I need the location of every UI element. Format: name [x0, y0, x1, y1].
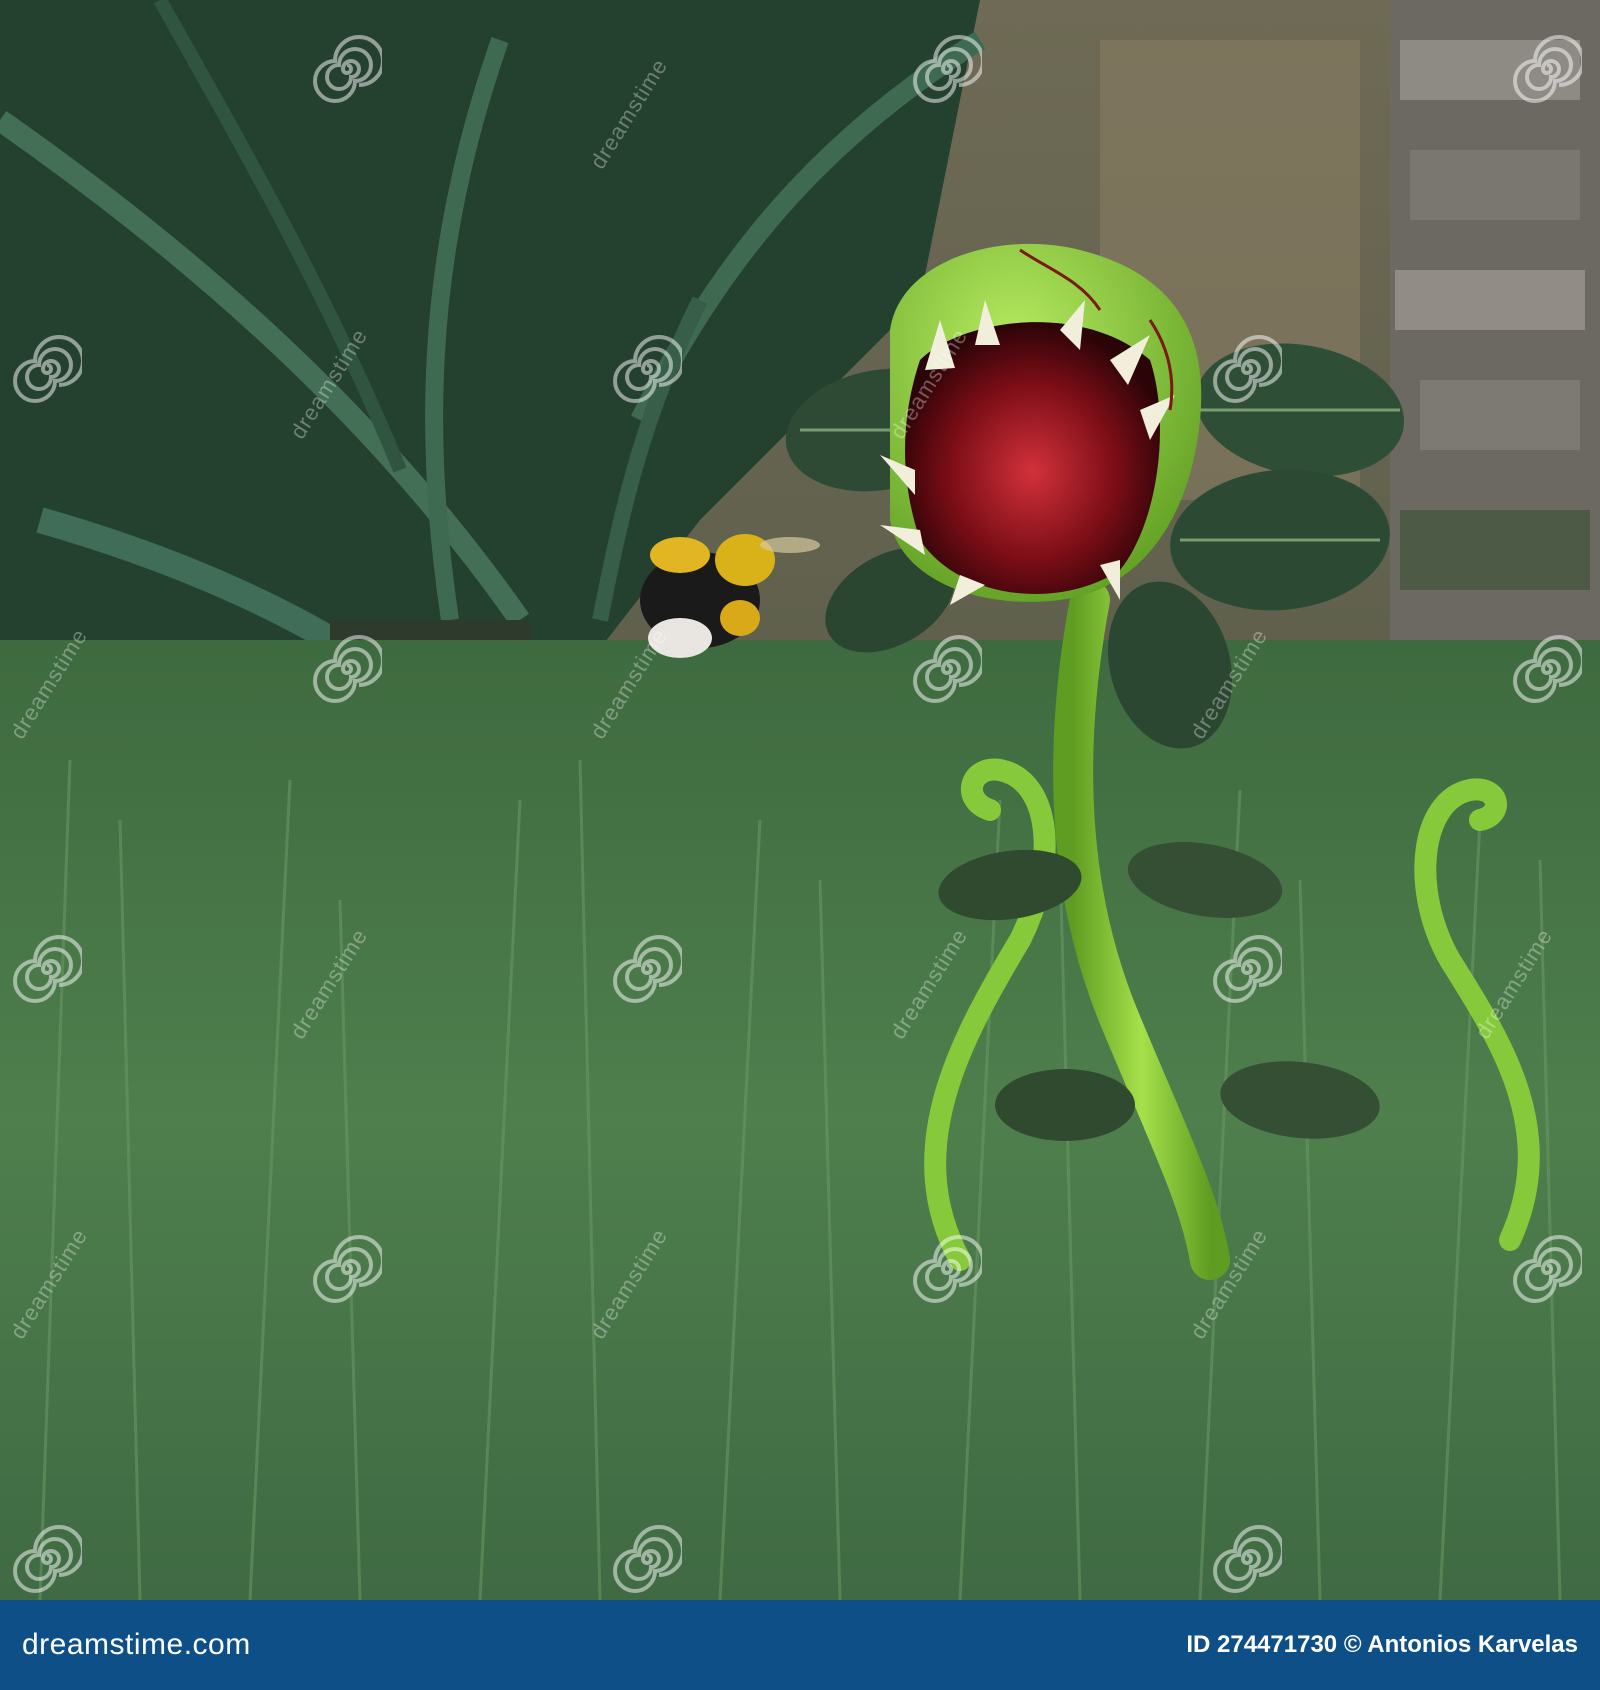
image-id: ID 274471730: [1186, 1631, 1338, 1658]
dreamstime-logo-text[interactable]: dreamstime.com: [22, 1628, 251, 1662]
stock-photo-frame: dreamstime dreamstime dreamstime dreamst…: [0, 0, 1600, 1690]
image-credit: ID 274471730 © Antonios Karvelas: [1186, 1631, 1578, 1659]
attribution-bar: dreamstime.com ID 274471730 © Antonios K…: [0, 1600, 1600, 1690]
stem-leaf: [995, 1069, 1135, 1141]
author-copyright: © Antonios Karvelas: [1343, 1631, 1578, 1658]
scene-illustration: [0, 0, 1600, 1600]
carnivorous-plant-scene: dreamstime dreamstime dreamstime dreamst…: [0, 0, 1600, 1600]
